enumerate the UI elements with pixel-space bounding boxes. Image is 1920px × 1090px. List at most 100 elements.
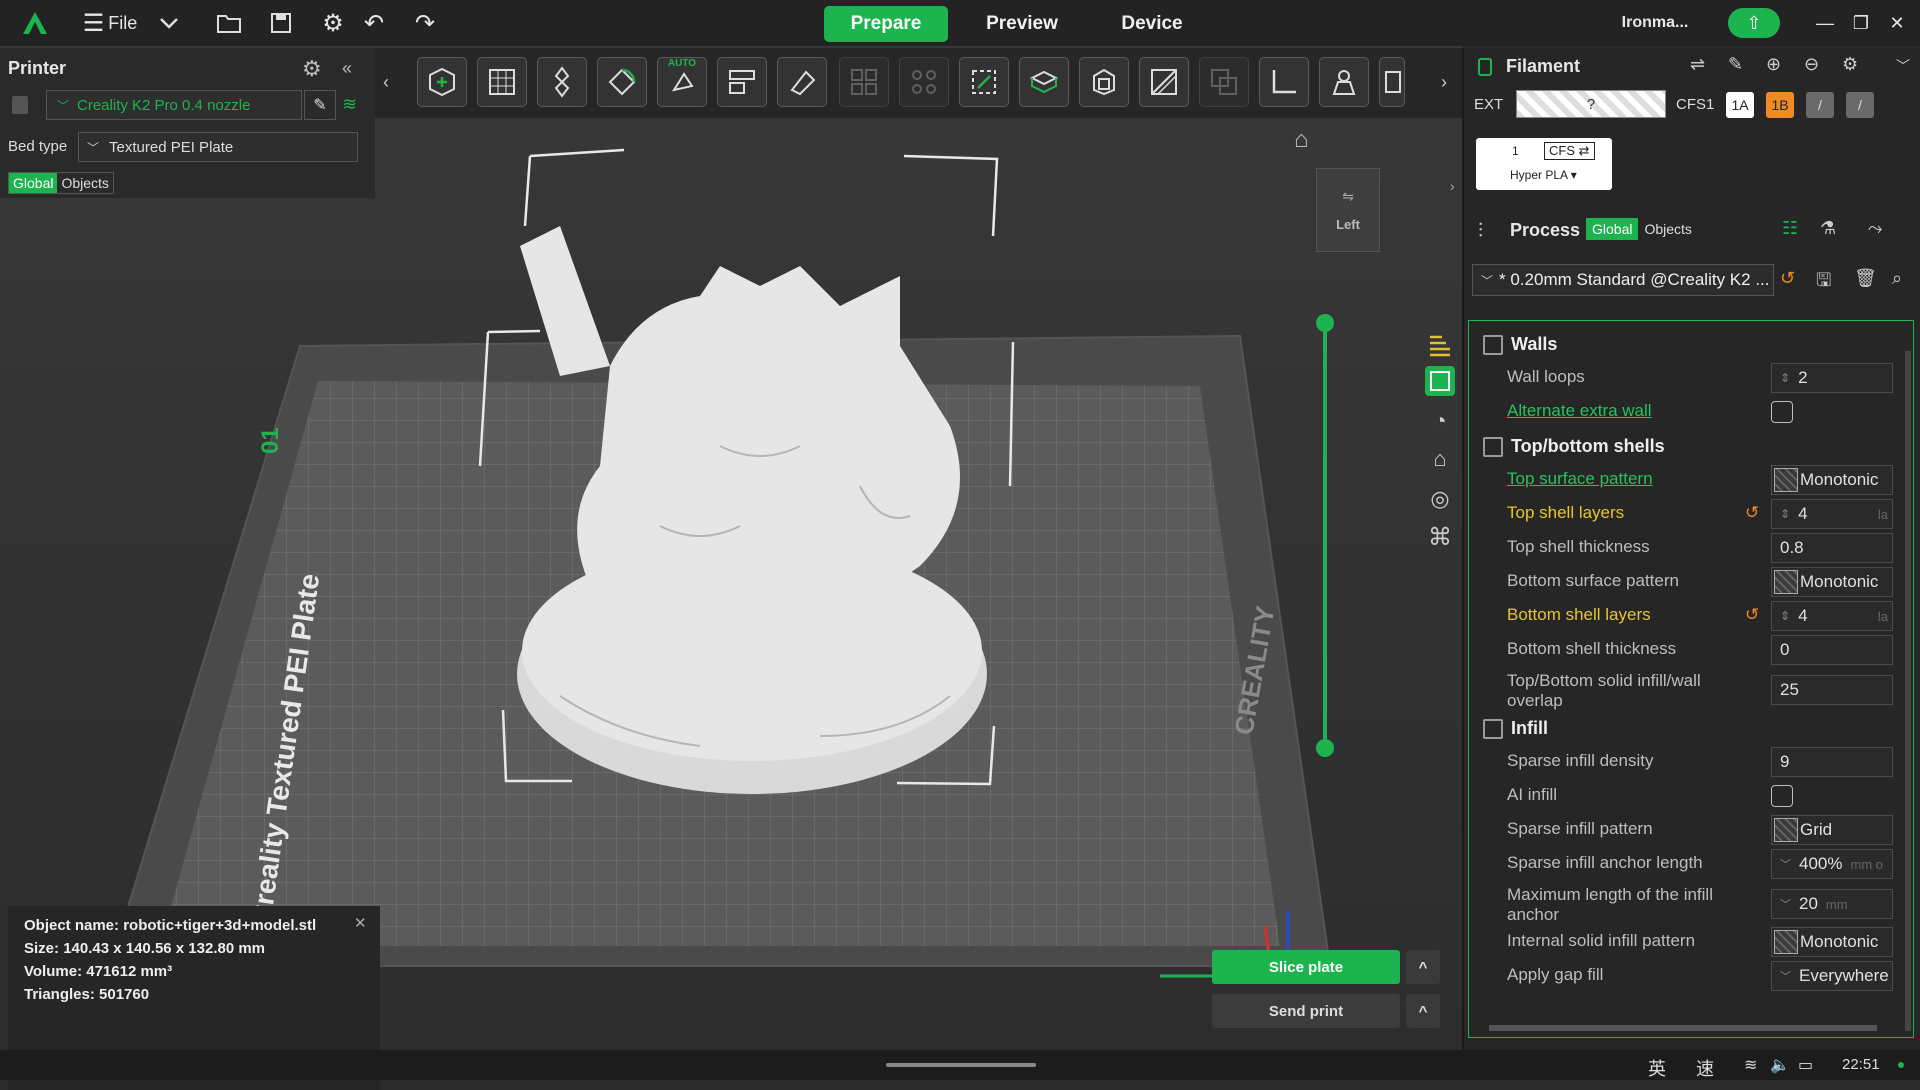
support-icon[interactable]: ⌂ (1425, 444, 1455, 474)
scope-global[interactable]: Global (9, 173, 58, 193)
setting-label[interactable]: Top surface pattern (1507, 469, 1767, 489)
settings-scrollbar-h[interactable] (1489, 1025, 1877, 1031)
cloud-upload-button[interactable]: ⇧ (1726, 0, 1782, 46)
filament-sync-icon[interactable]: ⇌ (1690, 54, 1705, 75)
send-print-button[interactable]: Send print (1212, 994, 1400, 1028)
filament-collapse-icon[interactable]: ﹀ (1896, 56, 1910, 76)
save-icon[interactable] (264, 0, 298, 46)
tab-device[interactable]: Device (1090, 6, 1214, 42)
slot-1b[interactable]: 1B (1766, 92, 1794, 118)
add-plate-icon[interactable] (477, 57, 527, 107)
layer-slider-bottom-handle[interactable] (1316, 739, 1334, 757)
reset-preset-icon[interactable]: ↺ (1780, 268, 1795, 289)
reset-value-icon[interactable]: ↺ (1745, 503, 1759, 523)
send-options-button[interactable]: ^ (1406, 994, 1440, 1028)
boolean-icon[interactable] (1139, 57, 1189, 107)
setting-input[interactable]: 0.8 (1771, 533, 1893, 563)
home-view-icon[interactable]: ⌂ (1294, 126, 1309, 154)
lay-on-face-icon[interactable] (1019, 57, 1069, 107)
section-walls[interactable]: Walls (1469, 327, 1909, 361)
setting-pattern-select[interactable]: Monotonic (1771, 465, 1893, 495)
slot-empty-1[interactable]: / (1806, 92, 1834, 118)
toolbar-scroll-right-icon[interactable]: › (1441, 72, 1447, 93)
search-icon[interactable]: ⌕ (1892, 268, 1902, 289)
printer-scope-toggle[interactable]: Global Objects (8, 172, 114, 194)
redo-icon[interactable]: ↷ (408, 0, 442, 46)
user-name[interactable]: Ironma... (1610, 0, 1700, 46)
orient-icon[interactable] (597, 57, 647, 107)
command-icon[interactable]: ⌘ (1425, 522, 1455, 552)
ext-filament-slot[interactable]: ? (1516, 90, 1666, 118)
process-compare-icon[interactable]: ⚗ (1820, 218, 1836, 239)
setting-checkbox[interactable] (1771, 785, 1793, 807)
slot-1a[interactable]: 1A (1726, 92, 1754, 118)
add-filament-icon[interactable]: ⊕ (1766, 54, 1781, 75)
process-scope-global[interactable]: Global (1586, 218, 1639, 240)
close-icon[interactable]: ✕ (1880, 0, 1914, 46)
more-tools-icon[interactable] (1379, 57, 1405, 107)
chevron-down-icon[interactable] (152, 0, 186, 46)
save-preset-icon[interactable]: 🖫 (1816, 268, 1831, 298)
ime-indicator[interactable]: 英 (1648, 1055, 1666, 1081)
mesh-boolean-icon[interactable] (1199, 57, 1249, 107)
sidebar-collapse-icon[interactable]: › (1450, 178, 1455, 194)
align-icon[interactable] (717, 57, 767, 107)
support-paint-icon[interactable] (1319, 57, 1369, 107)
filament-card[interactable]: 1 CFS ⇄ Hyper PLA ▾ (1476, 138, 1612, 190)
auto-orient-icon[interactable]: AUTO (657, 57, 707, 107)
arrange-icon[interactable] (537, 57, 587, 107)
setting-pattern-select[interactable]: Monotonic (1771, 927, 1893, 957)
tab-preview[interactable]: Preview (960, 6, 1084, 42)
scale-icon[interactable] (959, 57, 1009, 107)
undo-icon[interactable]: ↶ (357, 0, 391, 46)
advanced-toggle-icon[interactable]: ☷ (1782, 218, 1798, 239)
plate-settings-icon[interactable] (1425, 366, 1455, 396)
remove-filament-icon[interactable]: ⊖ (1804, 54, 1819, 75)
reset-value-icon[interactable]: ↺ (1745, 605, 1759, 625)
setting-input[interactable]: 25 (1771, 675, 1893, 705)
layer-height-icon[interactable] (1425, 330, 1455, 360)
filament-edit-icon[interactable]: ✎ (1728, 54, 1743, 75)
edit-printer-button[interactable]: ✎ (304, 90, 336, 120)
process-scope-objects[interactable]: Objects (1638, 218, 1697, 240)
settings-list[interactable]: Walls Wall loops ⇕ 2 Alternate extra wall Top… (1468, 320, 1914, 1038)
setting-spinbox[interactable]: ⇕ 2 (1771, 363, 1893, 393)
view-cube[interactable]: ⇋ Left (1316, 168, 1380, 252)
layer-slider[interactable] (1323, 322, 1327, 752)
settings-scrollbar[interactable] (1905, 351, 1911, 1031)
cut-icon[interactable] (1079, 57, 1129, 107)
setting-spinbox[interactable]: ⇕ 4 la (1771, 499, 1893, 529)
restore-icon[interactable]: ❐ (1844, 0, 1878, 46)
file-menu[interactable]: ☰ File (82, 0, 138, 46)
close-info-icon[interactable]: ✕ (354, 912, 367, 935)
process-scope-toggle[interactable]: Global Objects (1586, 218, 1698, 240)
gear-icon[interactable]: ⚙ (316, 0, 350, 46)
setting-label[interactable]: Alternate extra wall (1507, 401, 1767, 421)
minimize-icon[interactable]: — (1808, 0, 1842, 46)
process-share-icon[interactable]: ⤳ (1868, 218, 1882, 239)
setting-input[interactable]: 9 (1771, 747, 1893, 777)
layer-slider-top-handle[interactable] (1316, 314, 1334, 332)
printer-settings-icon[interactable]: ⚙ (302, 56, 322, 82)
process-preset-select[interactable]: ﹀ * 0.20mm Standard @Creality K2 ... (1472, 264, 1774, 296)
bed-type-select[interactable]: ﹀ Textured PEI Plate (78, 132, 358, 162)
setting-dropdown[interactable]: ﹀ 20 mm (1771, 889, 1893, 919)
slice-options-button[interactable]: ^ (1406, 950, 1440, 984)
app-logo-icon[interactable] (18, 0, 52, 46)
scope-objects[interactable]: Objects (57, 173, 112, 193)
collapse-panel-icon[interactable]: « (342, 58, 352, 79)
slice-plate-button[interactable]: Slice plate (1212, 950, 1400, 984)
section-infill[interactable]: Infill (1469, 711, 1909, 745)
printer-select[interactable]: ﹀ Creality K2 Pro 0.4 nozzle (46, 90, 302, 120)
filament-settings-icon[interactable]: ⚙ (1842, 54, 1858, 75)
split-parts-icon[interactable] (899, 57, 949, 107)
setting-spinbox[interactable]: ⇕ 4 la (1771, 601, 1893, 631)
home-indicator[interactable] (886, 1063, 1036, 1067)
setting-checkbox[interactable] (1771, 401, 1793, 423)
tab-prepare[interactable]: Prepare (824, 6, 948, 42)
measure-icon[interactable] (1259, 57, 1309, 107)
target-icon[interactable]: ◎ (1425, 484, 1455, 514)
delete-preset-icon[interactable]: 🗑 (1854, 268, 1877, 289)
setting-input[interactable]: 0 (1771, 635, 1893, 665)
setting-dropdown[interactable]: ﹀ Everywhere (1771, 961, 1893, 991)
